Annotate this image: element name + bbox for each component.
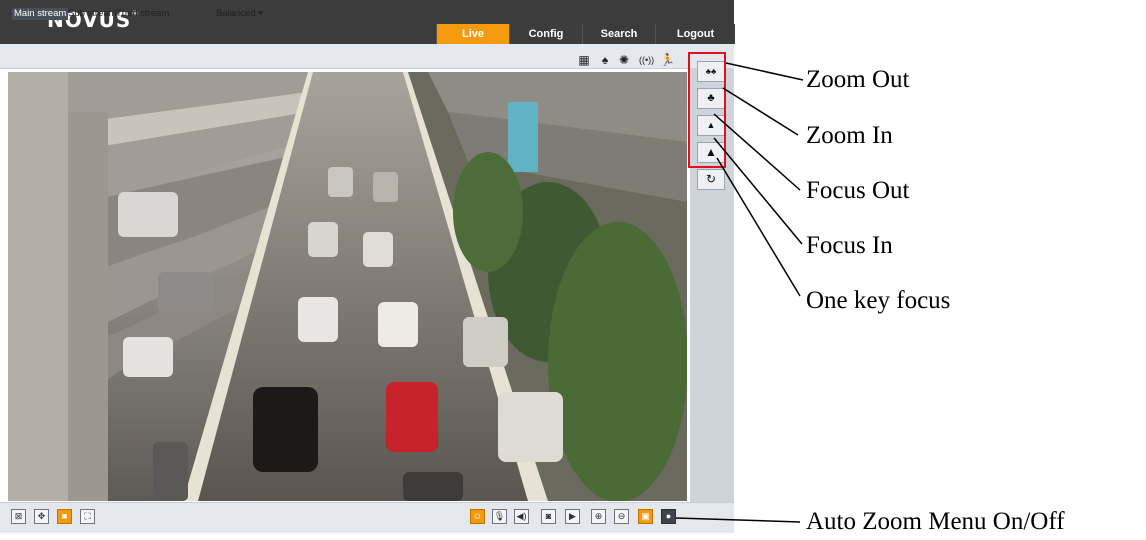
callout-focus-in: Focus In <box>806 232 893 259</box>
callout-one-key-focus: One key focus <box>806 287 951 314</box>
callout-focus-out: Focus Out <box>806 177 910 204</box>
callout-lines <box>675 62 804 523</box>
callout-auto-zoom: Auto Zoom Menu On/Off <box>806 508 1065 535</box>
callout-zoom-in: Zoom In <box>806 122 893 149</box>
callout-zoom-out: Zoom Out <box>806 66 910 93</box>
